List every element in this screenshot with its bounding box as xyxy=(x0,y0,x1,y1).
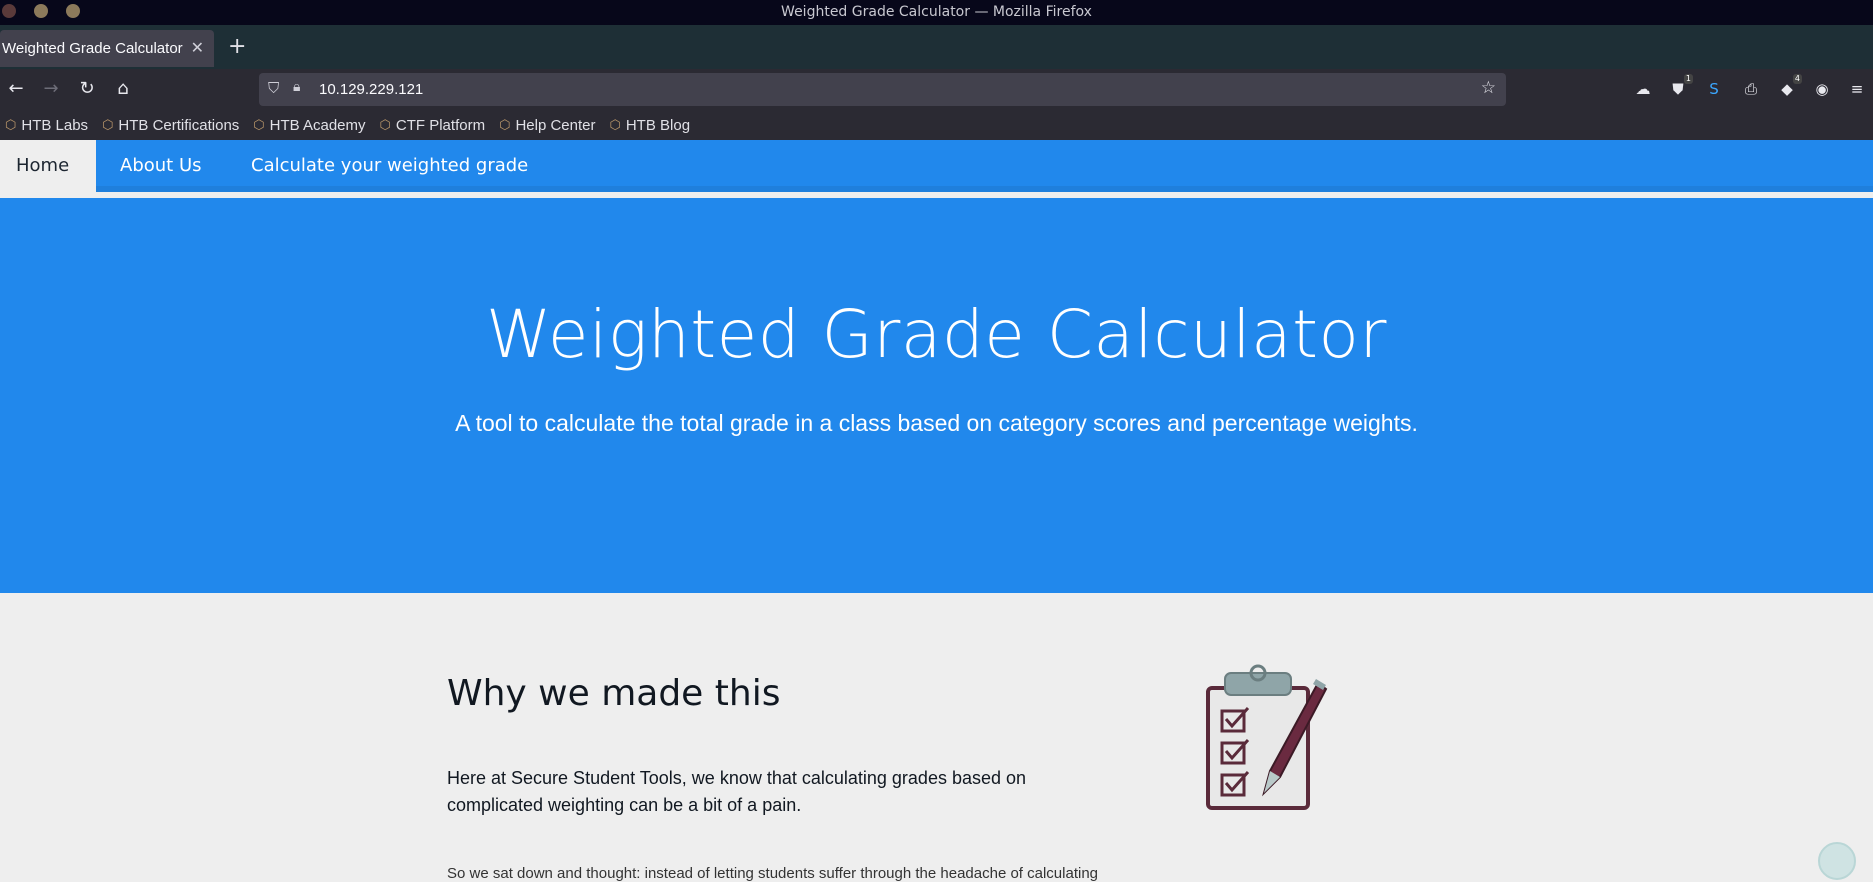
new-tab-button[interactable]: + xyxy=(228,33,246,61)
s-icon[interactable]: S xyxy=(1703,78,1725,100)
bookmark-icon: ⬡ xyxy=(499,117,511,132)
bookmark-htb-academy[interactable]: ⬡ HTB Academy xyxy=(253,117,365,134)
bookmark-icon: ⬡ xyxy=(253,117,265,132)
maximize-window-button[interactable] xyxy=(66,4,80,18)
bookmark-htb-certifications[interactable]: ⬡ HTB Certifications xyxy=(102,117,239,134)
bookmark-label: Help Center xyxy=(515,116,596,134)
close-tab-icon[interactable]: ✕ xyxy=(191,30,204,67)
reload-icon[interactable]: ↻ xyxy=(75,77,99,101)
bookmark-label: HTB Certifications xyxy=(118,116,240,134)
cookie-icon[interactable]: ◉ xyxy=(1811,78,1833,100)
foxyproxy-badge: 4 xyxy=(1792,74,1802,84)
bookmark-htb-blog[interactable]: ⬡ HTB Blog xyxy=(609,117,690,134)
back-icon[interactable]: ← xyxy=(4,77,28,101)
nav-home[interactable]: Home xyxy=(0,140,96,192)
tab-bar: Weighted Grade Calculator ✕ + xyxy=(0,25,1873,69)
hero-section: Weighted Grade Calculator A tool to calc… xyxy=(0,198,1873,593)
bookmark-label: HTB Labs xyxy=(21,116,89,134)
hero-subtitle: A tool to calculate the total grade in a… xyxy=(455,410,1418,436)
cloud-icon[interactable]: ☁ xyxy=(1632,78,1654,100)
printer-icon[interactable]: ⎙ xyxy=(1740,78,1762,100)
window-titlebar: Weighted Grade Calculator — Mozilla Fire… xyxy=(0,0,1873,25)
url-text[interactable]: 10.129.229.121 xyxy=(319,73,423,106)
hero-title: Weighted Grade Calculator xyxy=(486,296,1387,373)
section-paragraph: Here at Secure Student Tools, we know th… xyxy=(447,768,1027,815)
bookmark-label: CTF Platform xyxy=(395,116,486,134)
tab-label: Weighted Grade Calculator xyxy=(2,40,183,57)
content-section: Why we made this Here at Secure Student … xyxy=(0,593,1873,882)
bookmark-label: HTB Blog xyxy=(625,116,691,134)
bookmark-star-icon[interactable]: ☆ xyxy=(1481,78,1496,98)
tab-active[interactable]: Weighted Grade Calculator ✕ xyxy=(0,30,214,67)
bookmark-icon: ⬡ xyxy=(5,117,17,132)
scroll-helper-icon[interactable] xyxy=(1818,842,1856,880)
bookmark-icon: ⬡ xyxy=(102,117,114,132)
lock-icon[interactable]: 🔒︎ xyxy=(293,79,300,95)
bookmark-label: HTB Academy xyxy=(269,116,366,134)
home-icon[interactable]: ⌂ xyxy=(111,77,135,101)
minimize-window-button[interactable] xyxy=(34,4,48,18)
shield-icon[interactable]: ⛉ xyxy=(268,79,279,97)
foxyproxy-icon[interactable]: ◆ 4 xyxy=(1776,74,1802,100)
bookmark-icon: ⬡ xyxy=(379,117,391,132)
ublock-badge: 1 xyxy=(1683,74,1693,84)
section-heading: Why we made this xyxy=(447,673,781,714)
window-title: Weighted Grade Calculator — Mozilla Fire… xyxy=(781,4,1092,20)
url-bar[interactable]: ⛉ 🔒︎ 10.129.229.121 ☆ xyxy=(259,73,1506,106)
bookmarks-bar: ⬡ HTB Labs ⬡ HTB Certifications ⬡ HTB Acade… xyxy=(0,110,1873,140)
window-controls xyxy=(2,4,80,18)
site-nav: Home About Us Calculate your weighted gr… xyxy=(0,140,1873,192)
menu-icon[interactable]: ≡ xyxy=(1846,78,1868,100)
close-window-button[interactable] xyxy=(2,4,16,18)
bookmark-ctf-platform[interactable]: ⬡ CTF Platform xyxy=(380,117,486,134)
bookmark-htb-labs[interactable]: ⬡ HTB Labs xyxy=(5,117,88,134)
ublock-icon[interactable]: ⛊ 1 xyxy=(1667,74,1693,100)
nav-toolbar: ← → ↻ ⌂ ⛉ 🔒︎ 10.129.229.121 ☆ ☁ ⛊ 1 S ⎙ ◆… xyxy=(0,69,1873,110)
nav-about-us[interactable]: About Us xyxy=(120,140,202,192)
clipboard-checklist-icon xyxy=(1206,664,1328,810)
bookmark-help-center[interactable]: ⬡ Help Center xyxy=(499,117,595,134)
bookmark-icon: ⬡ xyxy=(609,117,621,132)
forward-icon[interactable]: → xyxy=(39,77,63,101)
nav-calculate[interactable]: Calculate your weighted grade xyxy=(251,140,528,192)
